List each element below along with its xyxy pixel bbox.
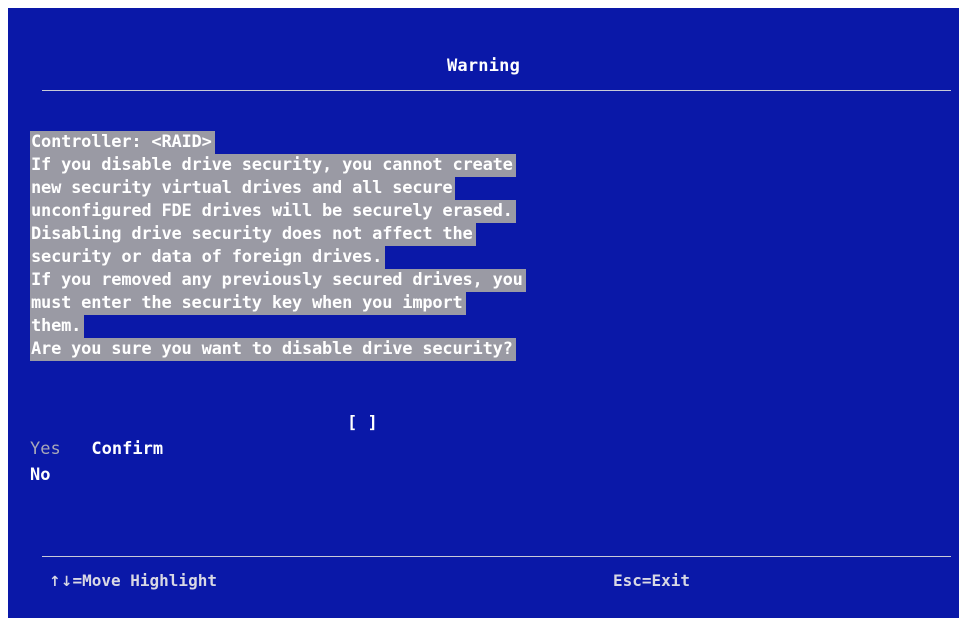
move-highlight-text: =Move Highlight: [72, 571, 217, 590]
bottom-divider: [42, 556, 951, 557]
message-line: Disabling drive security does not affect…: [30, 223, 476, 246]
message-line-question: Are you sure you want to disable drive s…: [30, 338, 516, 361]
bios-screen: Warning Controller: <RAID> If you disabl…: [8, 8, 959, 618]
no-option[interactable]: No: [30, 462, 550, 488]
options-list: Confirm [ ] Yes No: [30, 410, 550, 488]
message-line: them.: [30, 315, 85, 338]
exit-hint: Esc=Exit: [613, 571, 691, 590]
confirm-option[interactable]: Confirm [ ]: [30, 410, 550, 459]
confirm-checkbox[interactable]: [ ]: [347, 410, 378, 436]
dialog-title: Warning: [446, 56, 521, 76]
move-highlight-hint: ↑↓=Move Highlight: [49, 571, 217, 590]
message-line: security or data of foreign drives.: [30, 246, 386, 269]
yes-option[interactable]: Yes: [30, 436, 550, 462]
message-line: unconfigured FDE drives will be securely…: [30, 200, 516, 223]
message-line: new security virtual drives and all secu…: [30, 177, 456, 200]
up-down-arrows-icon: ↑↓: [49, 574, 73, 590]
message-line: If you removed any previously secured dr…: [30, 269, 526, 292]
message-line: must enter the security key when you imp…: [30, 292, 466, 315]
message-line: If you disable drive security, you canno…: [30, 154, 516, 177]
top-divider: [42, 90, 951, 91]
message-line-controller: Controller: <RAID>: [30, 131, 215, 154]
warning-message: Controller: <RAID> If you disable drive …: [30, 131, 526, 361]
